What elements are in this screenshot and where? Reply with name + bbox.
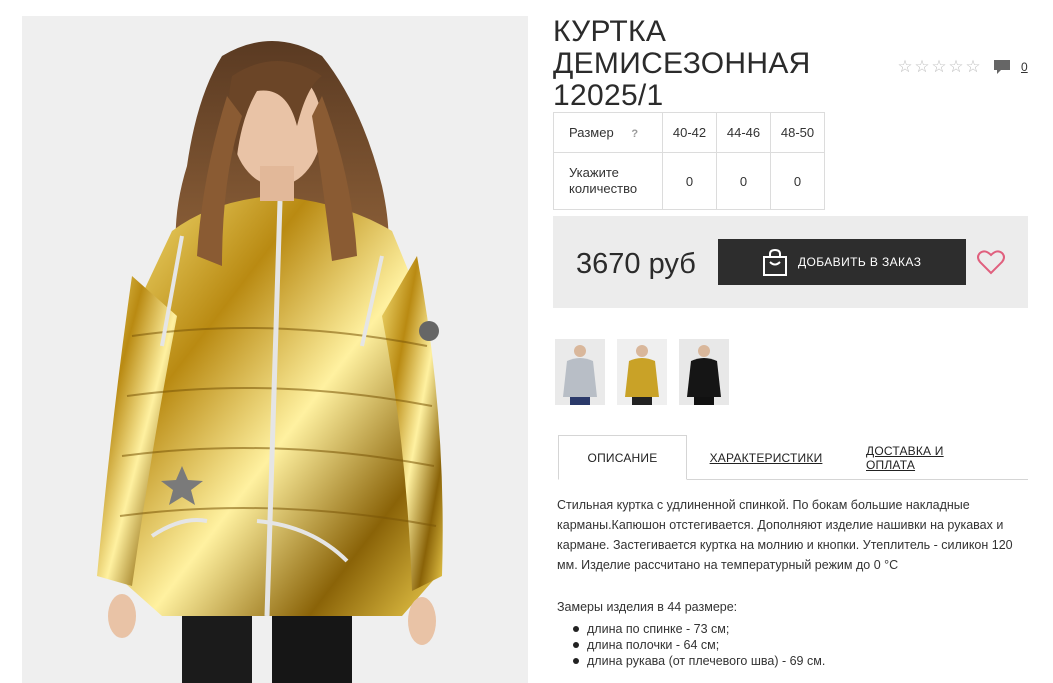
shopping-bag-icon — [763, 249, 787, 276]
tab-description[interactable]: ОПИСАНИЕ — [558, 435, 687, 480]
size-help-icon[interactable]: ? — [631, 128, 638, 140]
product-description: Стильная куртка с удлиненной спинкой. По… — [557, 498, 1013, 572]
size-option[interactable]: 48-50 — [770, 112, 825, 153]
measures-list: длина по спинке - 73 см; длина полочки -… — [573, 621, 825, 669]
product-title-line2: 12025/1 — [553, 79, 664, 112]
thumbnail-black[interactable] — [679, 339, 729, 405]
comments-count-link[interactable]: 0 — [1021, 60, 1028, 74]
size-option[interactable]: 44-46 — [716, 112, 771, 153]
star-icon[interactable]: ☆ — [931, 58, 947, 76]
thumbnail-gallery — [555, 339, 729, 405]
main-product-photo[interactable] — [22, 16, 528, 683]
product-title-line1: КУРТКА ДЕМИСЕЗОННАЯ — [553, 15, 811, 80]
star-icon[interactable]: ☆ — [965, 58, 981, 76]
quantity-label: Укажите количество — [553, 152, 663, 210]
add-to-order-label: ДОБАВИТЬ В ЗАКАЗ — [798, 255, 922, 269]
price-box: 3670 руб ДОБАВИТЬ В ЗАКАЗ — [553, 216, 1028, 308]
thumbnail-gold[interactable] — [617, 339, 667, 405]
list-item: длина полочки - 64 см; — [573, 637, 825, 653]
heart-icon[interactable] — [977, 249, 1005, 275]
measures-title: Замеры изделия в 44 размере: — [557, 600, 738, 614]
product-price: 3670 руб — [576, 248, 696, 280]
product-tabs: ОПИСАНИЕ ХАРАКТЕРИСТИКИ ДОСТАВКА И ОПЛАТ… — [558, 435, 1028, 480]
size-quantity-table: Размер ? 40-42 44-46 48-50 Укажите колич… — [553, 112, 825, 210]
star-icon[interactable]: ☆ — [948, 58, 964, 76]
size-label-cell: Размер ? — [553, 112, 663, 153]
size-option[interactable]: 40-42 — [662, 112, 717, 153]
tab-characteristics[interactable]: ХАРАКТЕРИСТИКИ — [706, 435, 826, 480]
quantity-input[interactable]: 0 — [770, 152, 825, 210]
quantity-input[interactable]: 0 — [662, 152, 717, 210]
list-item: длина по спинке - 73 см; — [573, 621, 825, 637]
quantity-input[interactable]: 0 — [716, 152, 771, 210]
tab-delivery-payment[interactable]: ДОСТАВКА И ОПЛАТА — [866, 435, 996, 480]
size-label: Размер — [569, 125, 614, 140]
product-title: КУРТКА ДЕМИСЕЗОННАЯ 12025/1 — [553, 16, 913, 112]
star-icon[interactable]: ☆ — [897, 58, 913, 76]
comment-icon[interactable] — [994, 60, 1010, 74]
rating-widget[interactable]: ☆ ☆ ☆ ☆ ☆ 0 — [897, 58, 1028, 76]
thumbnail-silver[interactable] — [555, 339, 605, 405]
add-to-order-button[interactable]: ДОБАВИТЬ В ЗАКАЗ — [718, 239, 966, 285]
list-item: длина рукава (от плечевого шва) - 69 см. — [573, 653, 825, 669]
star-icon[interactable]: ☆ — [914, 58, 930, 76]
